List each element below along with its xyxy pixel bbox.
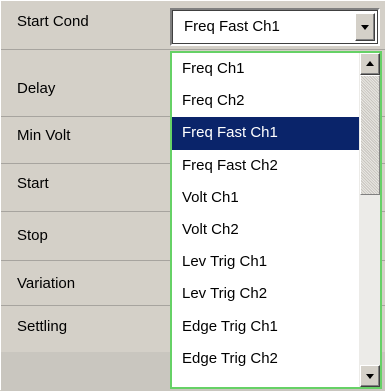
delay-label: Delay (17, 80, 56, 97)
settling-label: Settling (17, 318, 68, 335)
stop-label: Stop (17, 227, 48, 244)
dropdown-option[interactable]: Freq Ch1 (172, 53, 359, 85)
dropdown-option[interactable]: Lev Trig Ch2 (172, 278, 359, 310)
dropdown-options: Freq Ch1 Freq Ch2 Freq Fast Ch1 Freq Fast C… (172, 53, 359, 387)
start-cond-label: Start Cond (17, 13, 89, 30)
start-cond-dropdown-list[interactable]: Freq Ch1 Freq Ch2 Freq Fast Ch1 Freq Fast C… (170, 51, 382, 389)
dropdown-option[interactable]: Volt Ch2 (172, 214, 359, 246)
dropdown-option[interactable]: Freq Fast Ch1 (172, 117, 359, 150)
dropdown-option[interactable]: Lev Trig Ch1 (172, 246, 359, 278)
arrow-down-icon (366, 374, 374, 379)
dropdown-option[interactable]: Edge Trig Ch1 (172, 311, 359, 343)
dropdown-option[interactable]: Freq Ch2 (172, 85, 359, 117)
dropdown-scrollbar[interactable] (359, 53, 380, 387)
start-cond-combo-value: Freq Fast Ch1 (184, 18, 280, 35)
start-cond-combo[interactable]: Freq Fast Ch1 (170, 8, 380, 46)
scrollbar-thumb[interactable] (360, 75, 380, 195)
variation-label: Variation (17, 275, 76, 292)
dropdown-option[interactable]: Volt Ch1 (172, 182, 359, 214)
chevron-down-icon (361, 25, 369, 30)
settings-panel: Start Cond Delay Min Volt Start Stop Var… (0, 0, 385, 391)
dropdown-option[interactable]: Edge Trig Ch2 (172, 343, 359, 375)
row-divider (1, 49, 385, 50)
start-label: Start (17, 175, 49, 192)
combo-dropdown-button[interactable] (355, 13, 375, 41)
scroll-up-button[interactable] (360, 53, 380, 75)
scroll-down-button[interactable] (360, 365, 380, 387)
arrow-up-icon (366, 61, 374, 66)
min-volt-label: Min Volt (17, 127, 71, 144)
dropdown-option[interactable]: Freq Fast Ch2 (172, 150, 359, 182)
